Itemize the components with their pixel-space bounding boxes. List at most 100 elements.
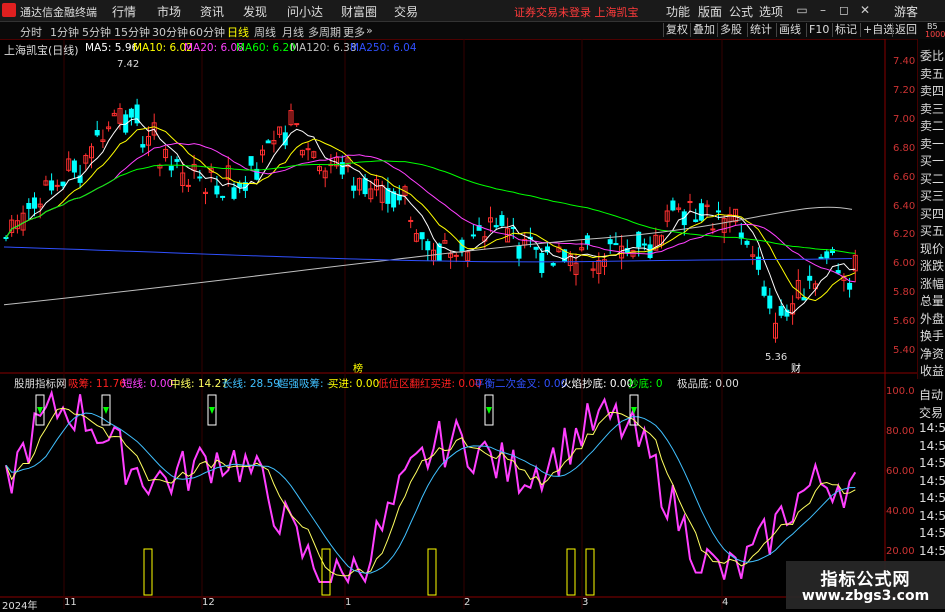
period-30min[interactable]: 30分钟	[152, 24, 188, 40]
app-name: 通达信金融终端	[20, 6, 97, 19]
guest-user[interactable]: 游客	[894, 3, 918, 20]
side-item-4[interactable]: 卖二	[920, 117, 945, 134]
ma20-label: MA20: 6.08	[184, 42, 244, 54]
side-item-5[interactable]: 卖一	[920, 135, 945, 152]
high-price-note: 7.42	[117, 59, 140, 70]
side-item-9[interactable]: 买四	[920, 205, 945, 222]
ind-jipindi: 极品底: 0.00	[677, 378, 739, 390]
close-icon[interactable]: ✕	[857, 2, 873, 18]
back-button[interactable]: 返回	[892, 23, 919, 37]
ma60-label: MA60: 6.20	[236, 42, 296, 54]
menu-gongshi[interactable]: 公式	[729, 3, 753, 20]
menu-zixun[interactable]: 资讯	[200, 3, 224, 20]
side-item-16[interactable]: 换手	[920, 327, 945, 344]
menu-gongneng[interactable]: 功能	[666, 3, 690, 20]
side-item-10[interactable]: 买五	[920, 222, 945, 239]
period-multi[interactable]: 多周期	[308, 24, 341, 40]
side-item-1[interactable]: 卖五	[920, 65, 945, 82]
side2-item-7[interactable]: 14:56	[919, 509, 945, 523]
multistock-button[interactable]: 多股	[717, 23, 744, 37]
side-item-14[interactable]: 总量	[920, 292, 945, 309]
watermark-title: 指标公式网	[820, 570, 911, 590]
ind-zhongxian: 中线: 14.27	[170, 378, 228, 390]
app-logo-icon	[2, 3, 16, 17]
side2-item-1[interactable]: 交易	[919, 404, 945, 421]
time-axis-tick: 11	[64, 597, 77, 608]
f10-button[interactable]: F10	[806, 23, 831, 37]
side-item-12[interactable]: 涨跌	[920, 257, 945, 274]
period-monthly[interactable]: 月线	[282, 24, 304, 40]
chart-area[interactable]	[0, 39, 945, 609]
menu-shichang[interactable]: 市场	[157, 3, 181, 20]
indicator-axis-tick: 40.00	[886, 506, 915, 517]
side-item-11[interactable]: 现价	[920, 240, 945, 257]
rank-note[interactable]: 榜	[353, 360, 363, 375]
side-item-17[interactable]: 净资	[920, 345, 945, 362]
restore-icon[interactable]: ◻	[836, 2, 852, 18]
period-15min[interactable]: 15分钟	[114, 24, 150, 40]
ind-xichou: 吸筹: 11.76	[68, 378, 126, 390]
side2-item-6[interactable]: 14:56	[919, 491, 945, 505]
side-item-3[interactable]: 卖三	[920, 100, 945, 117]
side2-item-5[interactable]: 14:56	[919, 474, 945, 488]
mark-button[interactable]: 标记	[832, 23, 859, 37]
indicator-name[interactable]: 股朋指标网	[14, 376, 67, 391]
side-item-7[interactable]: 买二	[920, 170, 945, 187]
period-more[interactable]: 更多	[343, 24, 365, 40]
login-status: 证券交易未登录 上海凯宝	[514, 6, 639, 19]
period-60min[interactable]: 60分钟	[189, 24, 225, 40]
fuquan-button[interactable]: 复权	[663, 23, 690, 37]
menu-hangqing[interactable]: 行情	[112, 3, 136, 20]
menu-faxian[interactable]: 发现	[243, 3, 267, 20]
minimize-icon[interactable]: –	[815, 2, 831, 18]
ind-huoyan: 火焰抄底: 0.00	[561, 378, 634, 390]
side-item-15[interactable]: 外盘	[920, 310, 945, 327]
side2-item-2[interactable]: 14:56	[919, 421, 945, 435]
trade-side-panel: 自动交易14:5614:5614:5614:5614:5614:5614:561…	[917, 386, 945, 586]
menu-banmian[interactable]: 版面	[698, 3, 722, 20]
price-axis-tick: 5.80	[893, 287, 916, 299]
period-1min[interactable]: 1分钟	[50, 24, 79, 40]
price-axis-tick: 7.40	[893, 56, 916, 67]
time-axis-tick: 1	[345, 597, 352, 608]
side-item-6[interactable]: 买一	[920, 152, 945, 169]
price-axis-tick: 6.20	[893, 229, 916, 241]
menu-jiaoyi[interactable]: 交易	[394, 3, 418, 20]
period-5min[interactable]: 5分钟	[82, 24, 111, 40]
side-item-0[interactable]: 委比	[920, 47, 945, 64]
ind-maijin: 买进: 0.00	[328, 378, 380, 390]
period-fenshi[interactable]: 分时	[20, 24, 42, 40]
side-item-13[interactable]: 涨幅	[920, 275, 945, 292]
time-axis-tick: 12	[202, 597, 215, 608]
menu-caifuquan[interactable]: 财富圈	[341, 3, 377, 20]
side2-item-8[interactable]: 14:56	[919, 526, 945, 540]
draw-line-button[interactable]: 画线	[776, 23, 803, 37]
more-chevron-icon[interactable]: »	[366, 24, 373, 37]
ma250-label: MA250: 6.04	[350, 42, 417, 54]
indicator-axis-tick: 80.00	[886, 426, 915, 437]
side-item-2[interactable]: 卖四	[920, 82, 945, 99]
finance-note[interactable]: 财	[791, 360, 801, 375]
ind-changxian: 长线: 28.59	[222, 378, 280, 390]
overlay-button[interactable]: 叠加	[690, 23, 717, 37]
side2-item-4[interactable]: 14:56	[919, 456, 945, 470]
side-item-8[interactable]: 买三	[920, 187, 945, 204]
stats-button[interactable]: 统计	[747, 23, 774, 37]
watermark: 指标公式网 www.zbgs3.com	[786, 561, 945, 609]
time-axis-tick: 4	[722, 597, 729, 608]
menu-xuanxiang[interactable]: 选项	[759, 3, 783, 20]
menu-wenxiaoda[interactable]: 问小达	[287, 3, 323, 20]
fullscreen-icon[interactable]: ▭	[794, 2, 810, 18]
period-daily[interactable]: 日线	[227, 24, 249, 40]
ma120-label: MA120: 6.38	[290, 42, 357, 54]
period-weekly[interactable]: 周线	[254, 24, 276, 40]
side-item-18[interactable]: 收益	[920, 362, 945, 379]
price-axis-tick: 6.40	[893, 200, 916, 212]
side2-item-0[interactable]: 自动	[919, 386, 945, 403]
time-axis-tick: 2	[464, 597, 471, 608]
low-price-note: 5.36	[765, 352, 788, 363]
side2-item-9[interactable]: 14:56	[919, 544, 945, 558]
side-top-label-2: 1000	[925, 30, 945, 39]
side2-item-3[interactable]: 14:56	[919, 439, 945, 453]
add-watchlist-button[interactable]: +自选	[860, 23, 896, 37]
